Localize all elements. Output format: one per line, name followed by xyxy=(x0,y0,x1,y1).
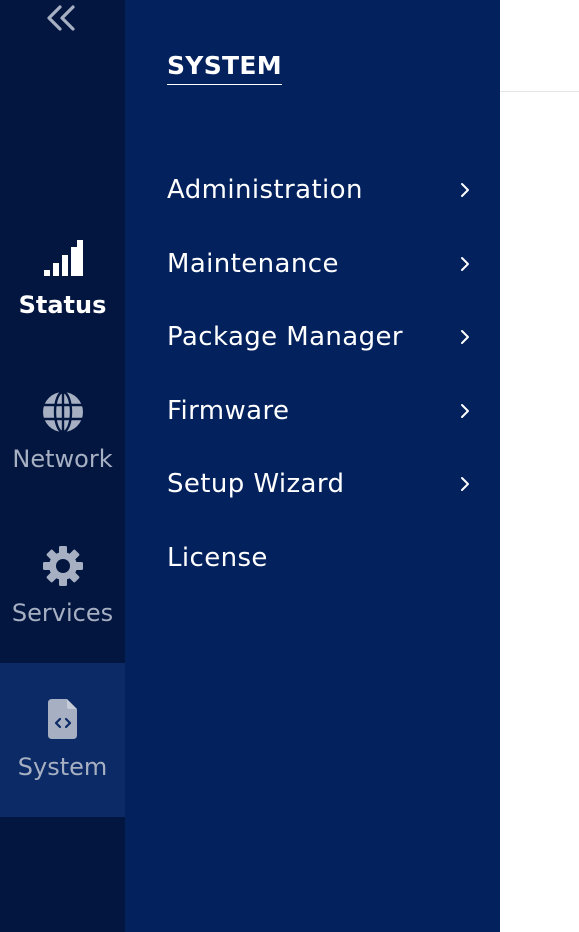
rail-item-system[interactable]: System xyxy=(0,663,125,817)
menu-item-label: Package Manager xyxy=(167,322,404,352)
menu-item-administration[interactable]: Administration xyxy=(167,168,473,212)
icon-rail: Status Network Services System xyxy=(0,0,125,932)
main-content xyxy=(500,0,579,932)
menu-item-package-manager[interactable]: Package Manager xyxy=(167,315,473,359)
chevron-right-icon xyxy=(461,477,469,491)
content-header xyxy=(500,0,579,92)
menu-item-label: Setup Wizard xyxy=(167,469,345,499)
panel-title: SYSTEM xyxy=(167,52,282,85)
system-submenu-panel: SYSTEM Administration Maintenance Packag… xyxy=(125,0,500,932)
menu-item-label: Maintenance xyxy=(167,249,339,279)
menu-item-setup-wizard[interactable]: Setup Wizard xyxy=(167,462,473,506)
menu-item-label: Firmware xyxy=(167,396,290,426)
menu-item-label: Administration xyxy=(167,175,363,205)
chevron-right-icon xyxy=(461,404,469,418)
menu-item-firmware[interactable]: Firmware xyxy=(167,389,473,433)
menu-item-label: License xyxy=(167,543,268,573)
signal-bars-icon xyxy=(43,240,83,276)
app-root: Status Network Services System SYSTEM Ad… xyxy=(0,0,579,932)
rail-item-network[interactable]: Network xyxy=(0,354,125,508)
chevron-right-icon xyxy=(461,257,469,271)
rail-item-label: Network xyxy=(12,445,113,473)
collapse-sidebar-button[interactable] xyxy=(41,0,81,36)
rail-item-status[interactable]: Status xyxy=(0,200,125,354)
rail-item-label: System xyxy=(17,753,108,781)
chevron-right-icon xyxy=(461,183,469,197)
double-chevron-left-icon xyxy=(47,5,75,31)
rail-item-label: Status xyxy=(18,291,107,319)
globe-icon xyxy=(42,390,83,434)
menu-item-license[interactable]: License xyxy=(167,536,473,580)
gear-icon xyxy=(42,546,83,586)
file-code-icon xyxy=(47,699,77,739)
chevron-right-icon xyxy=(461,330,469,344)
rail-item-services[interactable]: Services xyxy=(0,508,125,662)
menu-item-maintenance[interactable]: Maintenance xyxy=(167,242,473,286)
rail-item-label: Services xyxy=(11,599,114,627)
